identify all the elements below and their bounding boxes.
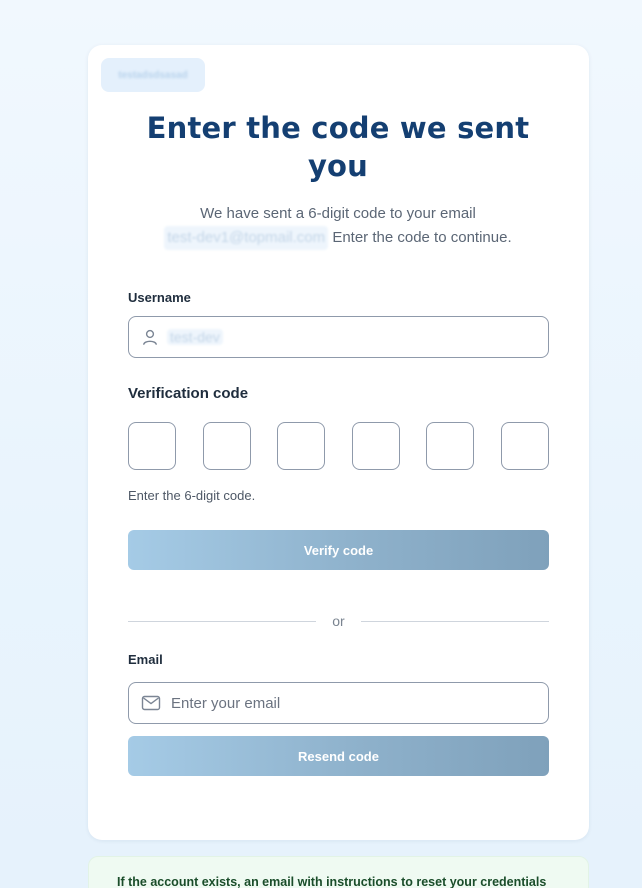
resend-code-button[interactable]: Resend code bbox=[128, 736, 549, 776]
subtitle-instruction: Enter the code to continue. bbox=[328, 229, 512, 246]
divider-line-right bbox=[361, 621, 549, 622]
subtitle-intro: We have sent a 6-digit code to your emai… bbox=[200, 205, 476, 222]
page-subtitle: We have sent a 6-digit code to your emai… bbox=[138, 202, 538, 250]
email-input[interactable] bbox=[171, 694, 531, 712]
username-label: Username bbox=[128, 290, 191, 305]
page-title: Enter the code we sent you bbox=[146, 111, 530, 183]
brand-logo[interactable]: testadsdsasad bbox=[101, 58, 205, 92]
verify-code-button[interactable]: Verify code bbox=[128, 530, 549, 570]
username-value: test-dev bbox=[167, 329, 223, 345]
code-digit-4[interactable] bbox=[352, 422, 400, 470]
reset-notice: If the account exists, an email with ins… bbox=[88, 856, 589, 888]
email-field[interactable] bbox=[128, 682, 549, 724]
or-divider: or bbox=[128, 611, 549, 631]
code-digit-2[interactable] bbox=[203, 422, 251, 470]
brand-name: testadsdsasad bbox=[118, 69, 188, 81]
code-digit-1[interactable] bbox=[128, 422, 176, 470]
user-icon bbox=[143, 329, 157, 345]
code-digit-5[interactable] bbox=[426, 422, 474, 470]
code-digit-3[interactable] bbox=[277, 422, 325, 470]
verification-card: testadsdsasad Enter the code we sent you… bbox=[88, 45, 589, 840]
mail-icon bbox=[141, 695, 161, 711]
verification-code-inputs bbox=[128, 422, 549, 470]
subtitle-email: test-dev1@topmail.com bbox=[164, 226, 329, 250]
email-label: Email bbox=[128, 652, 163, 667]
verification-code-label: Verification code bbox=[128, 385, 249, 402]
code-helper-text: Enter the 6-digit code. bbox=[128, 488, 256, 503]
username-field[interactable]: test-dev bbox=[128, 316, 549, 358]
code-digit-6[interactable] bbox=[501, 422, 549, 470]
